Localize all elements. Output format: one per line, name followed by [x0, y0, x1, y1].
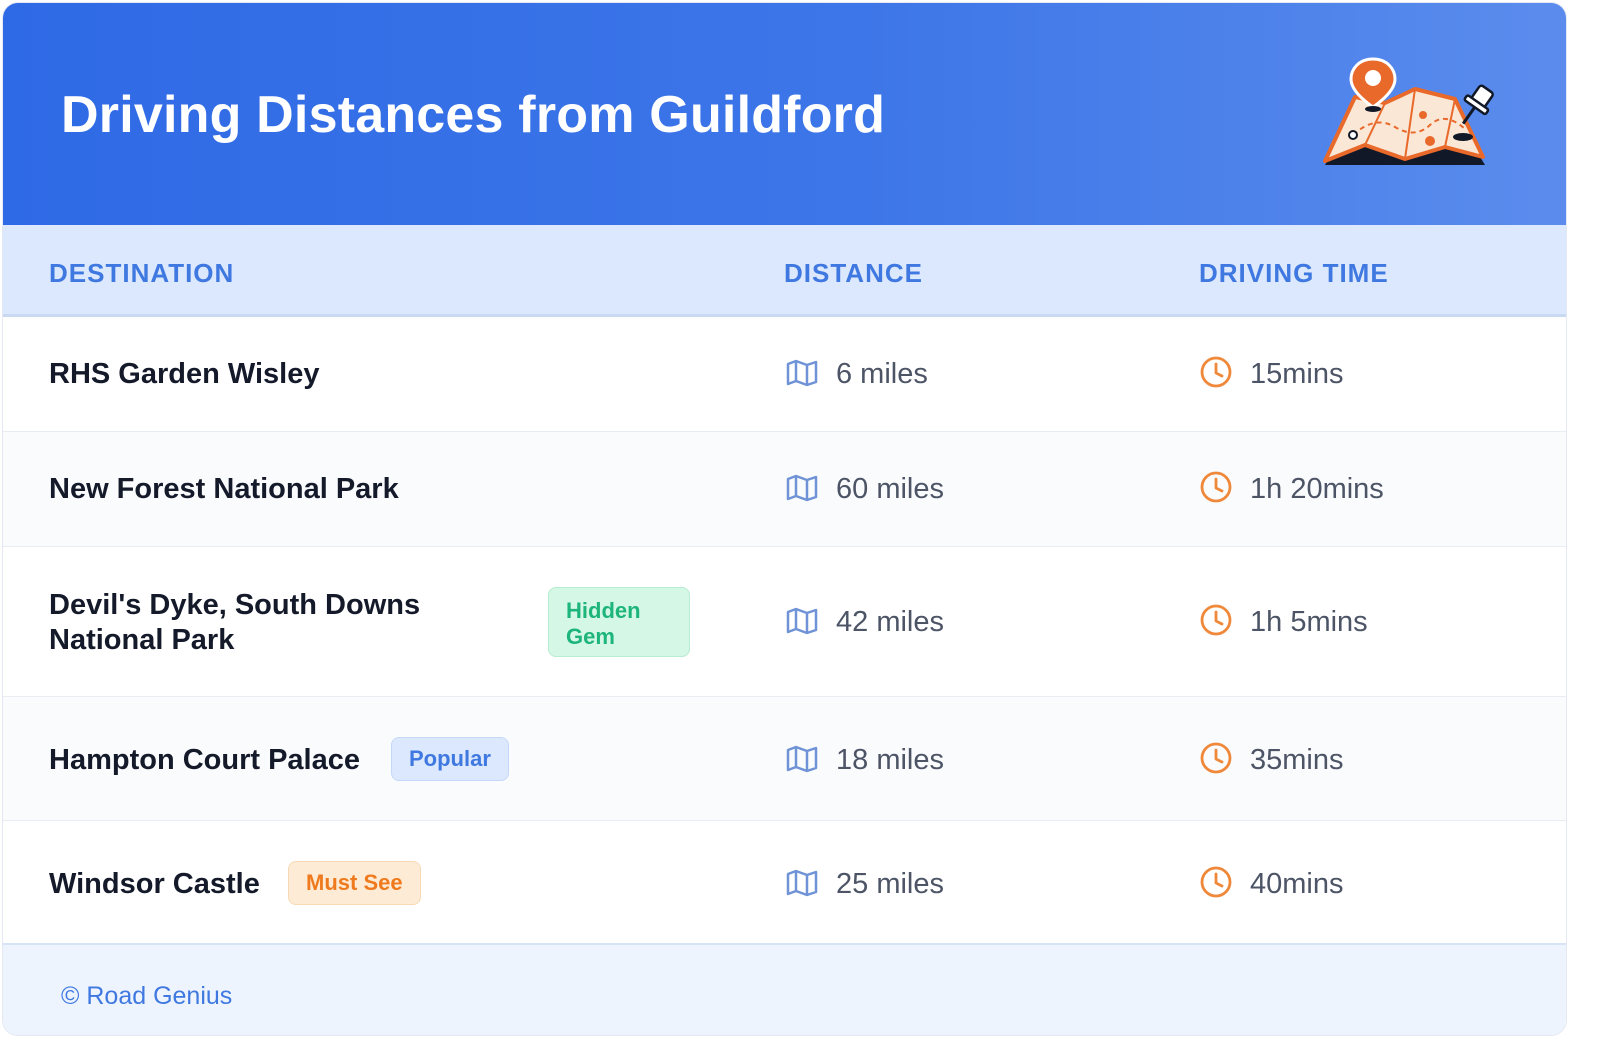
map-icon [786, 359, 818, 387]
map-icon [786, 474, 818, 502]
clock-icon [1200, 356, 1232, 388]
table-row: Devil's Dyke, South Downs National Park … [3, 547, 1566, 697]
footer: © Road Genius [3, 943, 1566, 1035]
badge-label-line: Hidden [566, 598, 641, 623]
destination-name: Devil's Dyke, South Downs National Park [49, 588, 420, 658]
destination-name: Windsor Castle [49, 868, 260, 900]
must-see-badge: Must See [288, 861, 421, 905]
table-row: Windsor Castle Must See 25 miles 40mins [3, 821, 1566, 943]
copyright-link[interactable]: © Road Genius [61, 982, 232, 1011]
hidden-gem-badge: Hidden Gem [548, 587, 690, 657]
column-header-destination[interactable]: DESTINATION [49, 258, 234, 289]
column-header-driving-time[interactable]: DRIVING TIME [1199, 258, 1389, 289]
driving-time-value: 1h 5mins [1250, 606, 1368, 638]
map-illustration-icon [1323, 57, 1494, 165]
driving-time-value: 40mins [1250, 868, 1344, 900]
map-icon [786, 869, 818, 897]
page-title: Driving Distances from Guildford [61, 86, 886, 144]
driving-time-value: 1h 20mins [1250, 473, 1384, 505]
column-header-distance[interactable]: DISTANCE [784, 258, 923, 289]
clock-icon [1200, 742, 1232, 774]
distance-table-card: Driving Distances from Guildford DESTINA… [2, 2, 1567, 1036]
map-icon [786, 745, 818, 773]
distance-value: 18 miles [836, 744, 944, 776]
distance-value: 60 miles [836, 473, 944, 505]
popular-badge: Popular [391, 737, 509, 781]
table-row: RHS Garden Wisley 6 miles 15mins [3, 317, 1566, 432]
distance-value: 25 miles [836, 868, 944, 900]
clock-icon [1200, 866, 1232, 898]
table-row: Hampton Court Palace Popular 18 miles 35… [3, 697, 1566, 821]
destination-name: Hampton Court Palace [49, 744, 360, 776]
header-banner: Driving Distances from Guildford [3, 3, 1566, 225]
driving-time-value: 15mins [1250, 358, 1344, 390]
driving-time-value: 35mins [1250, 744, 1344, 776]
clock-icon [1200, 471, 1232, 503]
destination-name-line: Devil's Dyke, South Downs [49, 589, 421, 621]
map-icon [786, 607, 818, 635]
destination-name-line: National Park [49, 624, 235, 656]
destination-name: New Forest National Park [49, 473, 399, 505]
distance-value: 6 miles [836, 358, 928, 390]
table-header: DESTINATION DISTANCE DRIVING TIME [3, 225, 1566, 317]
table-row: New Forest National Park 60 miles 1h 20m… [3, 432, 1566, 547]
distance-value: 42 miles [836, 606, 944, 638]
clock-icon [1200, 604, 1232, 636]
badge-label-line: Gem [566, 624, 615, 649]
destination-name: RHS Garden Wisley [49, 358, 320, 390]
